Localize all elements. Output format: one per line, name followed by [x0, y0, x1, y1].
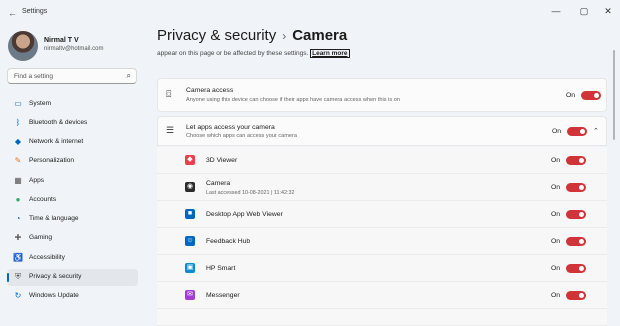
- intro-description: appear on this page or be affected by th…: [157, 50, 309, 57]
- app-name: Camera: [206, 180, 231, 187]
- update-icon: ↻: [14, 291, 22, 300]
- sidebar-item-label: Gaming: [29, 234, 53, 241]
- app-toggle[interactable]: [566, 291, 586, 300]
- intro-text: appear on this page or be affected by th…: [157, 49, 350, 58]
- sidebar-item-label: Personalization: [29, 157, 75, 164]
- title-bar: ← Settings — ▢ ✕: [0, 0, 620, 24]
- sidebar-item-apps[interactable]: ▦ Apps: [7, 173, 138, 190]
- sidebar-item-label: Time & language: [29, 215, 79, 222]
- sidebar-item-network[interactable]: ◆ Network & internet: [7, 134, 138, 151]
- sidebar-item-windows-update[interactable]: ↻ Windows Update: [7, 288, 138, 305]
- feedback-hub-app-icon: ☺: [185, 236, 195, 246]
- list-item: [157, 309, 607, 326]
- sidebar-item-accessibility[interactable]: ♿ Accessibility: [7, 250, 138, 267]
- camera-access-toggle[interactable]: [581, 91, 601, 100]
- camera-access-subtitle: Anyone using this device can choose if t…: [186, 97, 400, 103]
- wifi-diamond-icon: ◆: [14, 137, 22, 146]
- toggle-state-label: On: [551, 265, 561, 272]
- sidebar-item-privacy-security[interactable]: ⛨ Privacy & security: [7, 269, 138, 286]
- app-toggle[interactable]: [566, 237, 586, 246]
- let-apps-toggle[interactable]: [567, 127, 587, 136]
- toggle-state-label: On: [551, 238, 561, 245]
- sidebar-item-personalization[interactable]: ✎ Personalization: [7, 153, 138, 170]
- search-placeholder: Find a setting: [14, 73, 54, 80]
- app-name: Messenger: [206, 292, 240, 299]
- sidebar-item-accounts[interactable]: ● Accounts: [7, 192, 138, 209]
- list-item: ◆ 3D Viewer On: [157, 147, 607, 174]
- app-toggle[interactable]: [566, 156, 586, 165]
- sidebar-item-label: Apps: [29, 177, 45, 184]
- sidebar-item-time-language[interactable]: ◔ Time & language: [7, 211, 138, 228]
- sidebar-item-label: Accounts: [29, 196, 57, 203]
- list-item: ✉ Messenger On: [157, 282, 607, 309]
- monitor-icon: ▭: [14, 99, 22, 108]
- minimize-button[interactable]: —: [548, 4, 564, 18]
- bluetooth-icon: ᛒ: [15, 118, 21, 127]
- list-item: ◉ Camera Last accessed 10-08-2021 | 11:4…: [157, 174, 607, 201]
- app-name: Feedback Hub: [206, 238, 251, 245]
- sidebar-item-label: System: [29, 100, 51, 107]
- app-toggle[interactable]: [566, 264, 586, 273]
- accessibility-icon: ♿: [13, 253, 23, 262]
- messenger-app-icon: ✉: [185, 290, 195, 300]
- sidebar-item-label: Bluetooth & devices: [29, 119, 88, 126]
- sidebar-item-label: Privacy & security: [29, 273, 82, 280]
- camera-icon: ⌼: [166, 89, 172, 99]
- sidebar-item-label: Accessibility: [29, 254, 65, 261]
- user-name: Nirmal T V: [44, 37, 79, 44]
- maximize-button[interactable]: ▢: [576, 4, 592, 18]
- app-toggle[interactable]: [566, 183, 586, 192]
- apps-icon: ▦: [14, 176, 22, 185]
- toggle-state-label: On: [551, 184, 561, 191]
- sidebar-item-gaming[interactable]: ✚ Gaming: [7, 230, 138, 247]
- camera-app-icon: ◉: [185, 182, 195, 192]
- active-indicator: [7, 273, 9, 282]
- let-apps-subtitle: Choose which apps can access your camera: [186, 133, 297, 139]
- toggle-state-label: On: [551, 292, 561, 299]
- search-icon[interactable]: ⌕: [127, 71, 131, 81]
- app-name: 3D Viewer: [206, 157, 238, 164]
- person-icon: ●: [15, 195, 21, 204]
- avatar[interactable]: [8, 31, 38, 61]
- app-last-accessed: Last accessed 10-08-2021 | 11:42:32: [206, 190, 295, 196]
- gamepad-icon: ✚: [14, 233, 22, 242]
- close-button[interactable]: ✕: [600, 4, 616, 18]
- brush-icon: ✎: [14, 156, 22, 165]
- globe-clock-icon: ◔: [15, 214, 21, 223]
- learn-more-link[interactable]: Learn more: [310, 49, 350, 58]
- camera-access-title: Camera access: [186, 87, 234, 94]
- app-name: HP Smart: [206, 265, 236, 272]
- sidebar-item-system[interactable]: ▭ System: [7, 96, 138, 113]
- search-input[interactable]: Find a setting ⌕: [7, 68, 137, 84]
- breadcrumb-parent[interactable]: Privacy & security: [157, 27, 276, 44]
- window-title: Settings: [22, 8, 48, 15]
- toggle-state-label: On: [552, 128, 562, 135]
- sidebar-item-bluetooth[interactable]: ᛒ Bluetooth & devices: [7, 115, 138, 132]
- chevron-up-icon[interactable]: ⌃: [593, 127, 599, 135]
- page-title: Camera: [292, 27, 348, 44]
- list-item: ☺ Feedback Hub On: [157, 228, 607, 255]
- list-item: ■ Desktop App Web Viewer On: [157, 201, 607, 228]
- toggle-state-label: On: [551, 157, 561, 164]
- app-toggle[interactable]: [566, 210, 586, 219]
- shield-icon: ⛨: [15, 272, 21, 281]
- sidebar-item-label: Network & internet: [29, 138, 84, 145]
- hp-smart-app-icon: ▣: [185, 263, 195, 273]
- toggle-state-label: On: [551, 211, 561, 218]
- toggle-state-label: On: [566, 92, 576, 99]
- list-item: ▣ HP Smart On: [157, 255, 607, 282]
- desktop-web-viewer-app-icon: ■: [185, 209, 195, 219]
- breadcrumb: Privacy & security › Camera: [157, 27, 347, 44]
- camera-access-card: ⌼ Camera access Anyone using this device…: [157, 78, 607, 112]
- let-apps-title: Let apps access your camera: [186, 124, 275, 131]
- app-name: Desktop App Web Viewer: [206, 211, 283, 218]
- user-email: nirmaltv@hotmail.com: [44, 46, 104, 52]
- scrollbar[interactable]: [613, 50, 615, 140]
- sidebar-item-label: Windows Update: [29, 292, 79, 299]
- 3d-viewer-app-icon: ◆: [185, 155, 195, 165]
- chevron-right-icon: ›: [282, 29, 287, 43]
- list-icon: ☰: [166, 125, 175, 135]
- let-apps-access-card[interactable]: ☰ Let apps access your camera Choose whi…: [157, 116, 607, 146]
- back-arrow-icon[interactable]: ←: [8, 8, 17, 18]
